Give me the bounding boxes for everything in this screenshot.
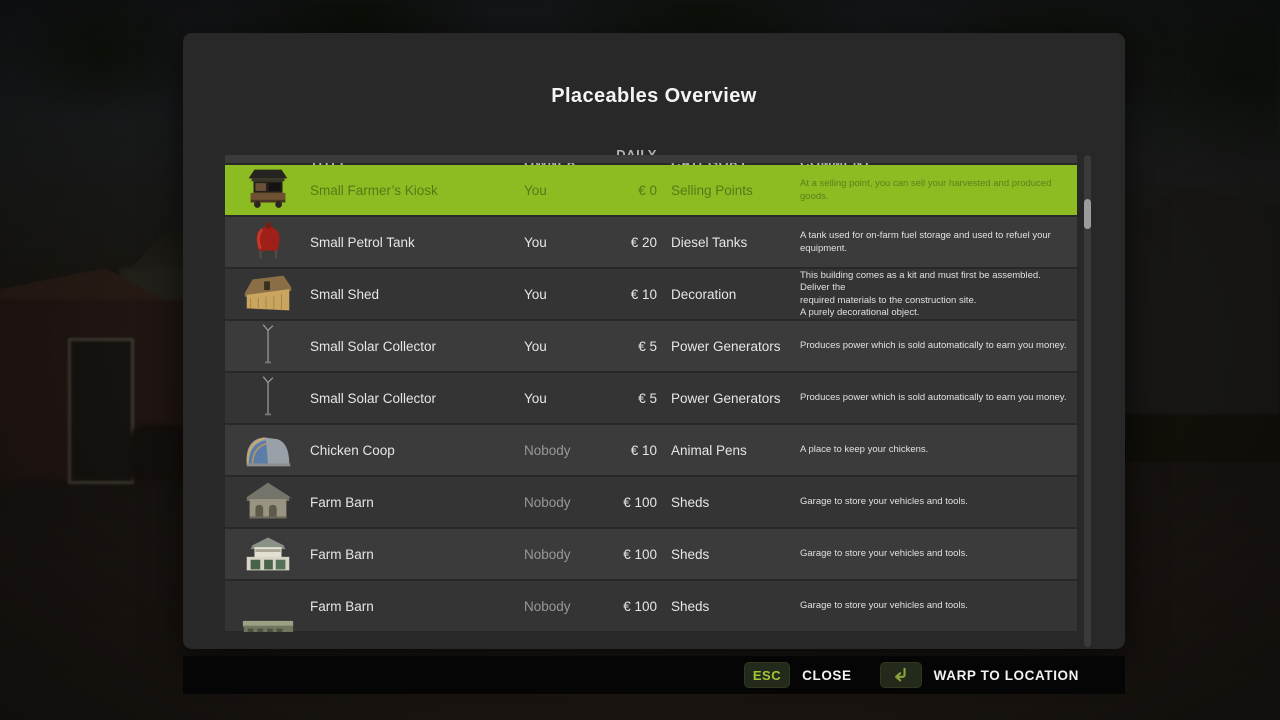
row-comment: A place to keep your chickens. [800,444,1077,456]
page-title: Placeables Overview [183,85,1125,108]
row-title: Farm Barn [310,599,524,614]
row-category: Sheds [657,547,800,562]
solar-collector-icon [239,321,297,372]
row-category: Sheds [657,495,800,510]
row-category: Diesel Tanks [657,235,800,250]
chicken-coop-icon [239,425,297,476]
table-rows: Small Farmer’s Kiosk You € 0 Selling Poi… [225,155,1077,631]
row-owner: Nobody [524,495,599,510]
row-title: Farm Barn [310,547,524,562]
scrollbar-thumb[interactable] [1084,199,1091,229]
grain-silo-icon [239,155,297,164]
close-button[interactable]: ESC CLOSE [744,662,852,688]
farm-barn-icon [239,477,297,528]
solar-collector-icon [239,373,297,424]
row-comment: Garage to store your vehicles and tools. [800,600,1077,612]
row-owner: Nobody [524,547,599,562]
row-category: Animal Pens [657,443,800,458]
row-daily-upkeep: € 10 [599,443,657,458]
row-title: Small Farmer’s Kiosk [310,183,524,198]
row-owner: You [524,391,599,406]
row-title: Farm Barn [310,495,524,510]
scrollbar-track[interactable] [1084,155,1091,647]
row-category: Selling Points [657,183,800,198]
close-label: CLOSE [802,668,852,683]
farm-barn-white-icon [239,529,297,580]
row-comment: At a selling point, you can sell your ha… [800,178,1077,203]
row-daily-upkeep: € 5 [599,339,657,354]
row-daily-upkeep: € 100 [599,599,657,614]
table-row[interactable]: Farm Barn Nobody € 100 Sheds Garage to s… [225,529,1077,579]
shed-icon [239,269,297,320]
row-category: Power Generators [657,339,800,354]
row-category: Decoration [657,287,800,302]
table-row[interactable]: Small Shed You € 10 Decoration This buil… [225,269,1077,319]
warp-to-location-label: WARP TO LOCATION [934,668,1079,683]
row-owner: You [524,235,599,250]
row-comment: Produces power which is sold automatical… [800,392,1077,404]
table-row[interactable]: Farm Barn Nobody € 100 Sheds Garage to s… [225,477,1077,527]
farm-barn-green-icon [239,581,297,632]
petrol-tank-icon [239,217,297,268]
row-comment: A tank used for on-farm fuel storage and… [800,230,1077,255]
table-row[interactable]: Small Solar Collector You € 5 Power Gene… [225,321,1077,371]
row-owner: Nobody [524,443,599,458]
row-daily-upkeep: € 100 [599,547,657,562]
row-title: Small Petrol Tank [310,235,524,250]
row-title: Small Solar Collector [310,391,524,406]
row-daily-upkeep: € 100 [599,495,657,510]
row-title: Small Shed [310,287,524,302]
row-title: Small Solar Collector [310,339,524,354]
footer-bar: ESC CLOSE WARP TO LOCATION [183,656,1125,694]
table-row[interactable] [225,155,1077,163]
row-owner: You [524,339,599,354]
row-daily-upkeep: € 5 [599,391,657,406]
row-category: Power Generators [657,391,800,406]
row-comment: Produces power which is sold automatical… [800,340,1077,352]
table-row[interactable]: Small Solar Collector You € 5 Power Gene… [225,373,1077,423]
row-owner: You [524,287,599,302]
row-title: Chicken Coop [310,443,524,458]
row-daily-upkeep: € 20 [599,235,657,250]
row-comment: This building comes as a kit and must fi… [800,270,1077,319]
warp-to-location-button[interactable]: WARP TO LOCATION [880,662,1079,688]
row-owner: Nobody [524,599,599,614]
table-row[interactable]: Small Farmer’s Kiosk You € 0 Selling Poi… [225,165,1077,215]
esc-key-badge: ESC [744,662,790,688]
return-arrow-icon [880,662,922,688]
row-daily-upkeep: € 0 [599,183,657,198]
row-owner: You [524,183,599,198]
farmers-kiosk-icon [239,165,297,216]
table-row[interactable]: Small Petrol Tank You € 20 Diesel Tanks … [225,217,1077,267]
table-row[interactable]: Farm Barn Nobody € 100 Sheds Garage to s… [225,581,1077,631]
row-comment: Garage to store your vehicles and tools. [800,496,1077,508]
table-viewport: Small Farmer’s Kiosk You € 0 Selling Poi… [225,155,1077,632]
row-daily-upkeep: € 10 [599,287,657,302]
table-row[interactable]: Chicken Coop Nobody € 10 Animal Pens A p… [225,425,1077,475]
row-comment: Garage to store your vehicles and tools. [800,548,1077,560]
placeables-overview-dialog: Placeables Overview TITLE OWNER DAILY UP… [183,33,1125,649]
row-category: Sheds [657,599,800,614]
